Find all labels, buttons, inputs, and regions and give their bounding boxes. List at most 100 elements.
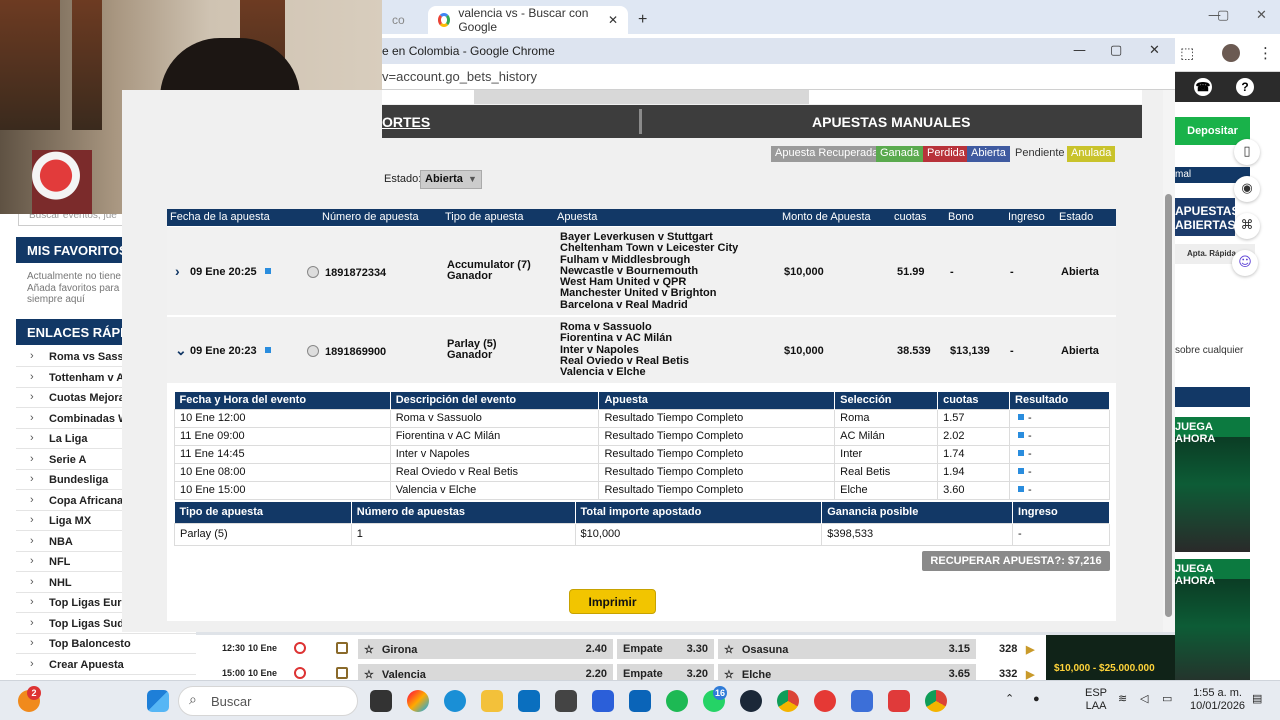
chrome-icon-2[interactable]	[925, 690, 947, 712]
live-icon	[294, 642, 306, 654]
quick-link-item[interactable]: › Crear Apuesta	[16, 655, 196, 675]
google-icon	[438, 13, 451, 27]
apuestas-abiertas-header[interactable]: APUESTAS ABIERTAS	[1175, 198, 1239, 236]
home-team-button[interactable]: ☆ Girona 2.40	[358, 639, 613, 659]
quick-link-item[interactable]: › Top Baloncesto	[16, 634, 196, 654]
bet-date: 09 Ene 20:25	[190, 265, 257, 278]
reading-icon[interactable]: ▯	[1234, 139, 1260, 165]
bets-header-cell: Monto de Apuesta	[782, 211, 871, 223]
popup-close-button[interactable]: ✕	[1149, 43, 1160, 58]
capcut-icon[interactable]	[888, 690, 910, 712]
details-header-cell: Apuesta	[598, 392, 836, 409]
copilot-app-icon[interactable]	[407, 690, 429, 712]
arrow-right-icon[interactable]: ▶	[1026, 639, 1034, 659]
apps-icon[interactable]: ⌘	[1234, 213, 1260, 239]
chevron-up-icon[interactable]: ⌃	[1005, 693, 1014, 706]
popup-minimize-button[interactable]: —	[1073, 43, 1086, 58]
vscode-icon[interactable]	[592, 690, 614, 712]
view-icon[interactable]	[307, 344, 319, 357]
tab-close-icon[interactable]: ✕	[608, 13, 618, 27]
browser-close-button[interactable]: ✕	[1256, 8, 1267, 23]
whatsapp-badge: 16	[713, 686, 727, 700]
app-blue-icon[interactable]	[851, 690, 873, 712]
expand-icon[interactable]: ›	[175, 263, 180, 279]
popup-scrollbar[interactable]	[1163, 90, 1175, 632]
imprimir-button[interactable]: Imprimir	[569, 589, 656, 614]
draw-odds: 3.30	[686, 643, 708, 655]
store-icon[interactable]	[518, 690, 540, 712]
more-markets-count[interactable]: 328	[999, 639, 1017, 659]
taskbar-search[interactable]: ⌕ Buscar	[178, 686, 358, 716]
browser-maximize-button[interactable]: ▢	[1217, 8, 1229, 23]
podcast-icon[interactable]: ◉	[1234, 176, 1260, 202]
app-red-icon[interactable]	[814, 690, 836, 712]
bet-income: -	[1010, 344, 1014, 357]
popup-url-bar[interactable]: v=account.go_bets_history	[382, 64, 1175, 90]
juega-ahora-button-1[interactable]: JUEGA AHORA	[1175, 417, 1250, 445]
bet-events: Bayer Leverkusen v Stuttgart Cheltenham T…	[560, 231, 738, 311]
estado-select[interactable]: Abierta ▼	[420, 170, 482, 189]
juega-ahora-button-2[interactable]: JUEGA AHORA	[1175, 559, 1250, 587]
volume-icon[interactable]: ◁	[1140, 693, 1148, 706]
tab-apuestas-manuales[interactable]: APUESTAS MANUALES	[812, 114, 970, 130]
quick-link-label: Bundesliga	[49, 474, 109, 486]
recuperar-apuesta-button[interactable]: RECUPERAR APUESTA?: $7,216	[922, 551, 1110, 571]
result-value: -	[1028, 430, 1032, 442]
chevron-right-icon: ›	[30, 555, 34, 567]
match-row[interactable]: 12:30 10 Ene ☆ Girona 2.40 Empate 3.30 ☆ Osasuna…	[196, 637, 1046, 659]
details-cell: Elche	[834, 480, 939, 500]
extensions-icon[interactable]: ⬚	[1180, 44, 1194, 62]
new-tab-button[interactable]: +	[628, 6, 657, 34]
tab-deportes[interactable]: ORTES	[382, 114, 430, 130]
file-explorer-icon[interactable]	[481, 690, 503, 712]
microphone-icon[interactable]: ●	[1033, 693, 1040, 706]
spotify-icon[interactable]	[666, 690, 688, 712]
bet-number: 1891869900	[325, 345, 387, 358]
bets-header-cell: Estado	[1059, 211, 1094, 223]
steam-icon[interactable]	[740, 690, 762, 712]
clock-date: 10/01/2026	[1190, 700, 1246, 712]
notification-icon[interactable]: ▤	[1252, 693, 1262, 706]
result-square-icon	[1018, 432, 1025, 438]
wifi-icon[interactable]: ≋	[1118, 693, 1127, 706]
help-icon[interactable]: ?	[1236, 78, 1254, 96]
bet-summary-table: Tipo de apuesta Número de apuestas Total i…	[174, 502, 1110, 546]
chevron-right-icon: ›	[30, 452, 34, 465]
tab-google-search[interactable]: valencia vs - Buscar con Google ✕	[428, 6, 628, 34]
details-cell: Real Oviedo v Real Betis	[389, 462, 600, 482]
outlook-icon[interactable]	[629, 690, 651, 712]
language-indicator[interactable]: ESP LAA	[1085, 687, 1107, 713]
away-team-button[interactable]: ☆ Osasuna 3.15	[718, 639, 976, 659]
popup-scrollbar-thumb[interactable]	[1165, 194, 1172, 617]
edge-icon[interactable]	[444, 690, 466, 712]
summary-cell: $10,000	[574, 522, 823, 546]
view-icon[interactable]	[307, 265, 319, 278]
battery-icon[interactable]: ▭	[1162, 693, 1172, 706]
task-view-icon[interactable]	[370, 690, 392, 712]
popup-maximize-button[interactable]: ▢	[1110, 43, 1122, 58]
details-cell: 10 Ene 15:00	[174, 480, 391, 500]
menu-kebab-icon[interactable]: ⋮	[1258, 44, 1273, 62]
bet-number-cell: 1891869900	[307, 344, 387, 358]
draw-button[interactable]: Empate 3.30	[617, 639, 714, 659]
start-icon[interactable]	[147, 690, 169, 712]
tab-divider	[639, 109, 642, 134]
chrome-icon-1[interactable]	[777, 690, 799, 712]
profile-avatar[interactable]	[1222, 44, 1240, 66]
bet-row[interactable]: › 09 Ene 20:25 1891872334 Accumulator (7) Ga…	[167, 227, 1116, 316]
copilot-icon[interactable]: ☺	[1232, 250, 1258, 276]
estado-value: Abierta	[425, 173, 463, 185]
tab-partial[interactable]: co	[382, 6, 415, 34]
details-cell: Real Betis	[834, 462, 939, 482]
stats-icon[interactable]	[336, 667, 348, 679]
promo-banner[interactable]: $10,000 - $25.000.000	[1046, 635, 1175, 680]
phone-icon[interactable]: ☎	[1194, 78, 1212, 96]
app-cube-icon[interactable]	[555, 690, 577, 712]
bet-row[interactable]: ⌄ 09 Ene 20:23 1891869900 Parlay (5) Ganador…	[167, 317, 1116, 384]
chevron-right-icon: ›	[30, 657, 34, 670]
details-row: 10 Ene 15:00 Valencia v Elche Resultado Ti…	[174, 480, 1110, 500]
result-square-icon	[1018, 414, 1025, 420]
stats-icon[interactable]	[336, 642, 348, 654]
clock[interactable]: 1:55 a. m. 10/01/2026	[1190, 687, 1245, 713]
collapse-icon[interactable]: ⌄	[175, 342, 187, 359]
